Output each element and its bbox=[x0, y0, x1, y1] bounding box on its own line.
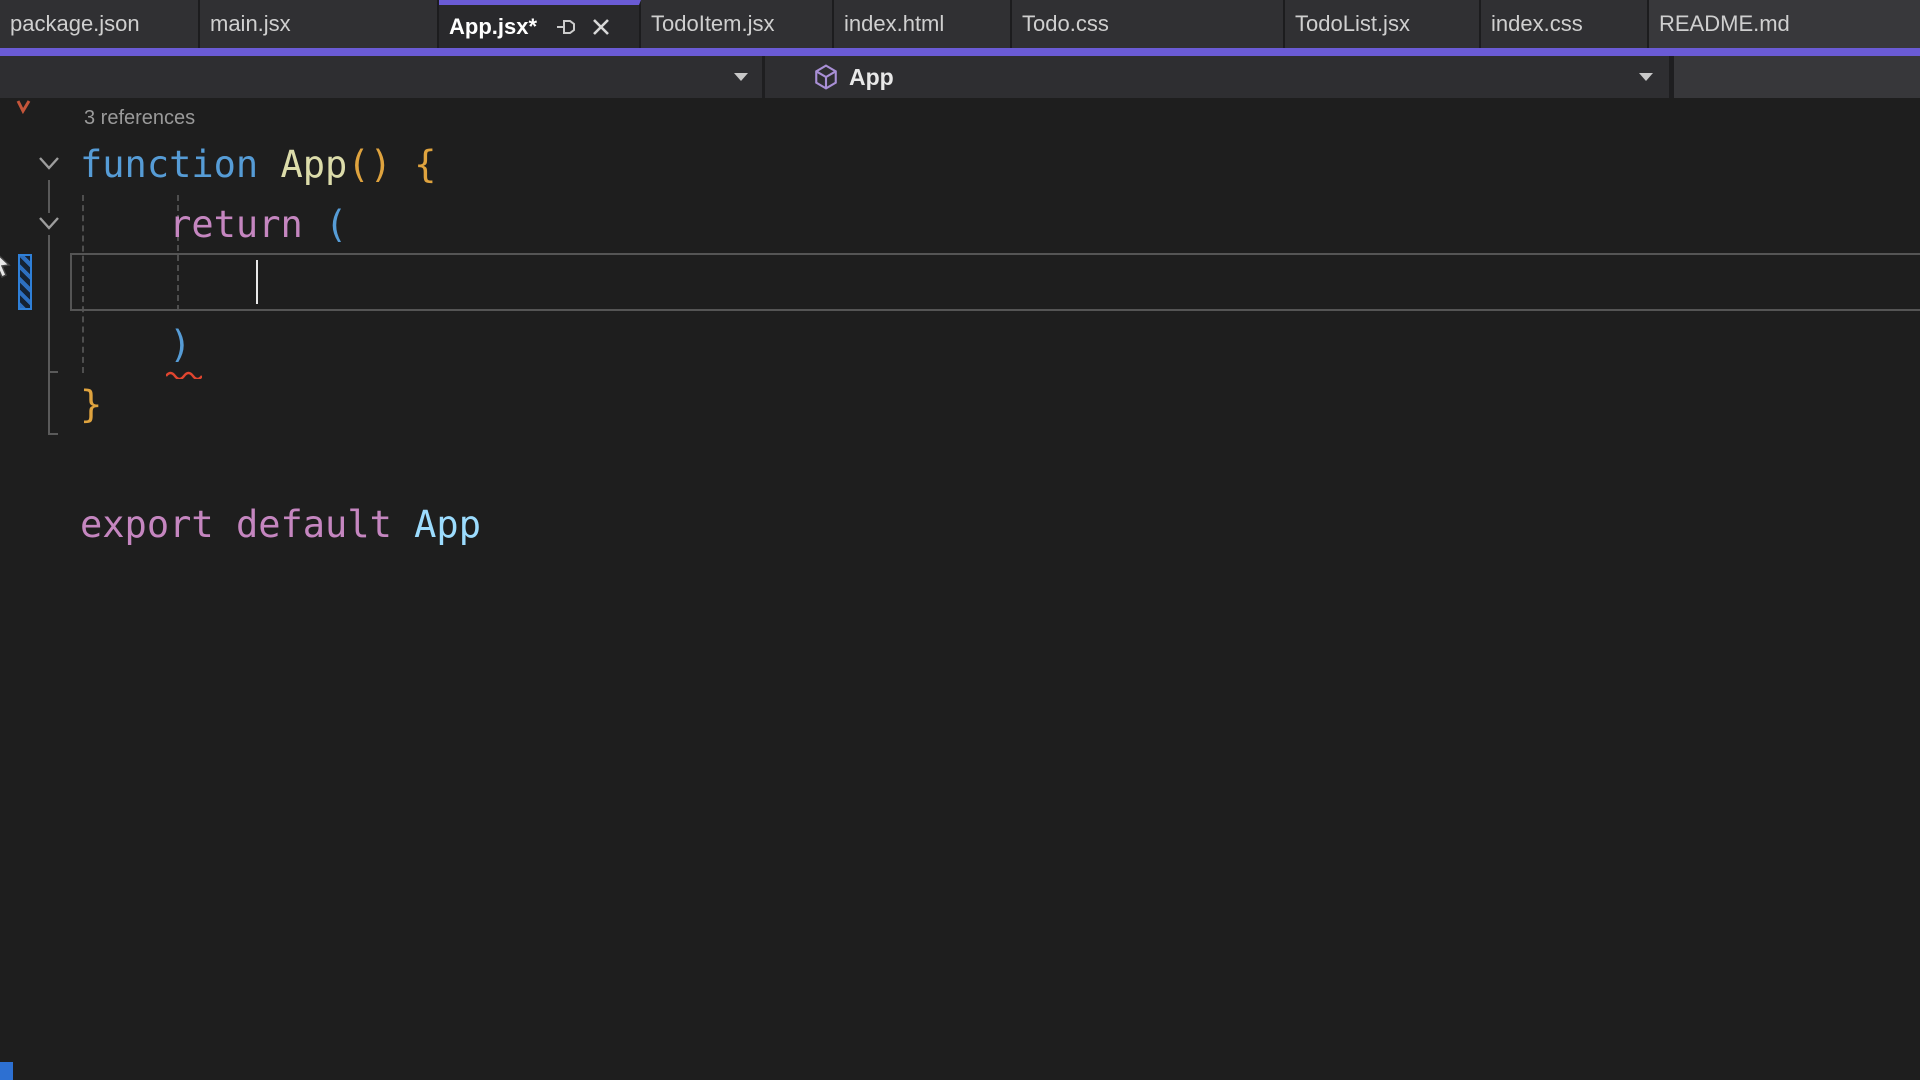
tab-bar: package.json main.jsx App.jsx* TodoItem.… bbox=[0, 0, 1920, 48]
member-dropdown[interactable]: App bbox=[765, 56, 1669, 98]
code-token: App bbox=[414, 503, 481, 546]
dropdown-arrow-icon bbox=[1639, 73, 1653, 81]
pin-icon[interactable] bbox=[555, 16, 577, 38]
code-token: { bbox=[391, 143, 437, 186]
code-token: default bbox=[235, 503, 392, 546]
code-token: export bbox=[80, 503, 214, 546]
codelens-references[interactable]: 3 references bbox=[0, 103, 1920, 135]
code-line: export default App bbox=[0, 495, 1920, 555]
code-token: function bbox=[80, 143, 281, 186]
code-token: App bbox=[280, 143, 348, 186]
code-token: return bbox=[169, 203, 303, 246]
tab-label: README.md bbox=[1659, 11, 1790, 36]
code-token: ( bbox=[325, 203, 348, 246]
tab-label: TodoList.jsx bbox=[1295, 11, 1410, 36]
tab-label: index.html bbox=[844, 11, 945, 36]
code-token: } bbox=[80, 383, 103, 426]
tab-app-jsx[interactable]: App.jsx* bbox=[439, 0, 641, 48]
tab-todolist-jsx[interactable]: TodoList.jsx bbox=[1285, 0, 1481, 48]
tab-main-jsx[interactable]: main.jsx bbox=[200, 0, 439, 48]
code-line: function App() { bbox=[0, 135, 1920, 195]
tab-index-css[interactable]: index.css bbox=[1481, 0, 1649, 48]
tab-label: App.jsx* bbox=[449, 13, 538, 39]
tab-package-json[interactable]: package.json bbox=[0, 0, 200, 48]
code-line: return ( bbox=[0, 195, 1920, 255]
active-document-accent-bar bbox=[0, 48, 1920, 56]
navigation-bar: App bbox=[0, 56, 1920, 98]
tab-label: TodoItem.jsx bbox=[651, 11, 775, 36]
tab-index-html[interactable]: index.html bbox=[834, 0, 1012, 48]
scope-dropdown[interactable] bbox=[0, 56, 762, 98]
tab-label: index.css bbox=[1491, 11, 1583, 36]
dropdown-arrow-icon bbox=[734, 73, 748, 81]
tab-label: package.json bbox=[10, 11, 140, 36]
code-token: ) bbox=[169, 323, 192, 366]
tab-label: main.jsx bbox=[210, 11, 291, 36]
navbar-right-section bbox=[1674, 56, 1920, 98]
code-content: 3 references function App() { return ( )… bbox=[0, 103, 1920, 555]
status-corner-accent bbox=[0, 1062, 13, 1080]
tab-readme-md[interactable]: README.md bbox=[1649, 0, 1920, 48]
class-cube-icon bbox=[813, 63, 839, 91]
code-token: () bbox=[347, 143, 392, 186]
tab-label: Todo.css bbox=[1022, 11, 1109, 36]
tab-todo-css[interactable]: Todo.css bbox=[1012, 0, 1285, 48]
code-line: ) bbox=[0, 315, 1920, 375]
close-icon[interactable] bbox=[591, 17, 611, 37]
code-editor-surface[interactable]: 3 references function App() { return ( )… bbox=[0, 98, 1920, 1080]
code-line: } bbox=[0, 375, 1920, 435]
tab-todoitem-jsx[interactable]: TodoItem.jsx bbox=[641, 0, 834, 48]
member-dropdown-value: App bbox=[849, 63, 894, 90]
